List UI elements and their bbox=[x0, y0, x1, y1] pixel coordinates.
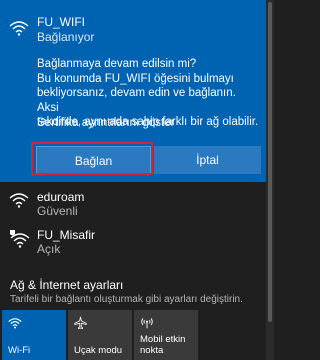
network-settings-description: Tarifeli bir bağlantı oluşturmak gibi ay… bbox=[10, 294, 243, 305]
cancel-button[interactable]: İptal bbox=[154, 146, 261, 174]
airplane-icon bbox=[74, 316, 87, 334]
prompt-line: Bu konumda FU_WIFI öğesini bulmayı bbox=[37, 72, 234, 85]
tile-label-line: nokta bbox=[140, 345, 164, 356]
wifi-icon bbox=[9, 192, 29, 213]
tile-label: Mobil etkin nokta bbox=[140, 334, 185, 356]
wifi-toggle-tile[interactable]: Wi-Fi bbox=[2, 310, 66, 360]
prompt-line: bekliyorsanız, devam edin ve bağlanın. A… bbox=[37, 87, 236, 114]
airplane-mode-tile[interactable]: Uçak modu bbox=[68, 310, 132, 360]
prompt-line: Bağlanmaya devam edilsin mi? bbox=[37, 58, 197, 70]
active-network-panel[interactable]: FU_WIFI Bağlanıyor Bağlanmaya devam edil… bbox=[0, 0, 266, 182]
scrollbar-thumb[interactable] bbox=[268, 2, 272, 322]
wifi-shield-icon bbox=[9, 230, 31, 253]
tile-label: Uçak modu bbox=[74, 345, 123, 356]
tile-label: Wi-Fi bbox=[8, 345, 31, 356]
network-security: Güvenli bbox=[37, 204, 78, 218]
network-settings-link[interactable]: Ağ & İnternet ayarları bbox=[10, 278, 123, 292]
wifi-icon bbox=[9, 20, 29, 41]
wifi-icon bbox=[8, 316, 22, 334]
scrollbar[interactable] bbox=[266, 0, 274, 360]
connection-status: Bağlanıyor bbox=[37, 30, 95, 44]
network-security: Açık bbox=[37, 242, 61, 256]
network-name: FU_Misafir bbox=[37, 228, 96, 242]
network-flyout: FU_WIFI Bağlanıyor Bağlanmaya devam edil… bbox=[0, 0, 266, 360]
quick-actions: Wi-Fi Uçak modu Mobil etkin nokta bbox=[0, 310, 266, 360]
tile-label-line: Mobil etkin bbox=[140, 334, 186, 345]
network-item-fu-misafir[interactable]: FU_Misafir Açık bbox=[0, 222, 266, 266]
network-ssid: FU_WIFI bbox=[37, 15, 85, 29]
mobile-hotspot-tile[interactable]: Mobil etkin nokta bbox=[134, 310, 198, 360]
certificate-details-link[interactable]: Sertifika ayrıntılarını göster bbox=[37, 117, 174, 129]
hotspot-icon bbox=[140, 316, 154, 334]
highlight-box bbox=[31, 142, 153, 175]
network-name: eduroam bbox=[37, 190, 85, 204]
